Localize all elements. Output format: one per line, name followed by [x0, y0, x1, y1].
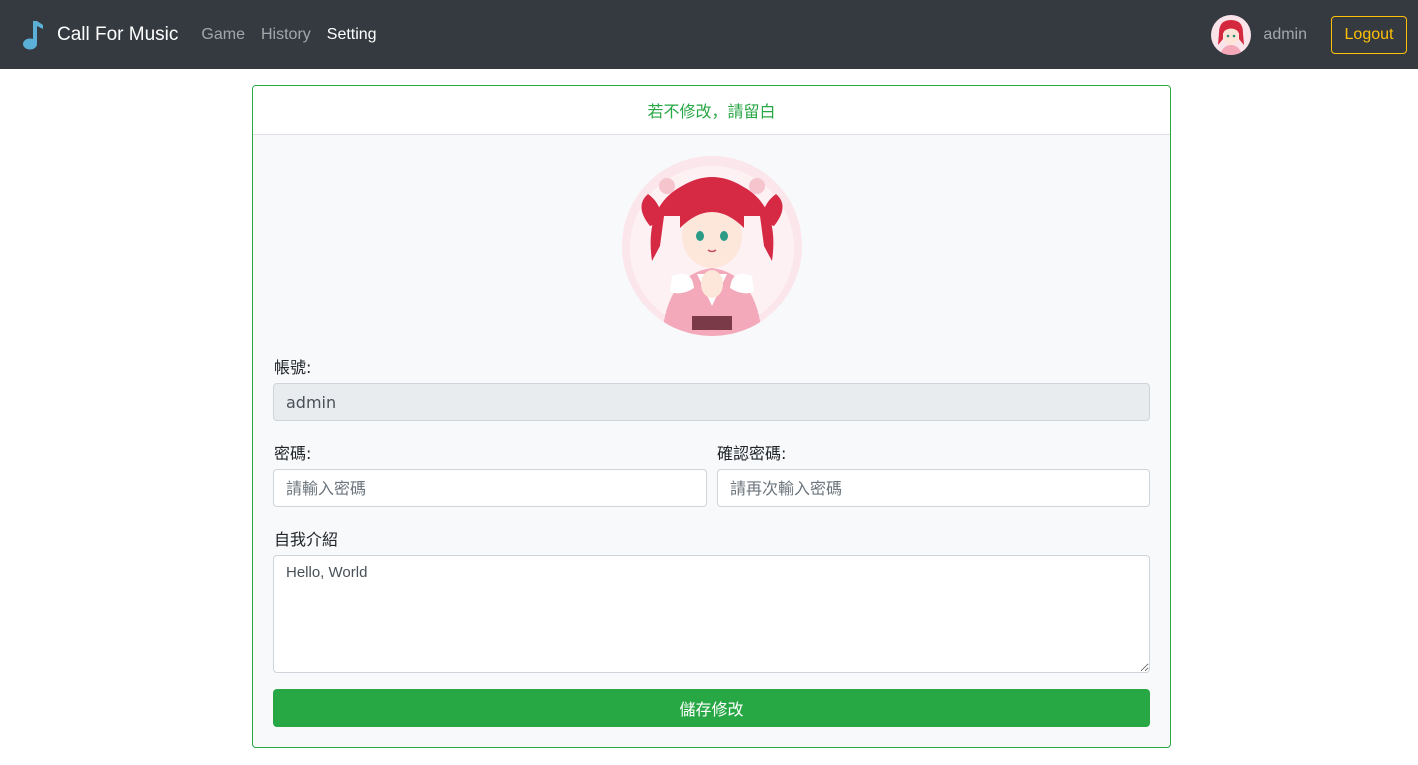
- nav-link-history[interactable]: History: [261, 26, 311, 44]
- music-note-icon: [23, 20, 43, 49]
- profile-avatar[interactable]: [622, 156, 802, 336]
- nav-link-game[interactable]: Game: [201, 26, 245, 44]
- navbar: Call For Music Game History Setting admi…: [0, 0, 1418, 69]
- card-header: 若不修改，請留白: [253, 86, 1170, 135]
- nav-link-setting[interactable]: Setting: [327, 26, 377, 44]
- bio-textarea[interactable]: Hello, World: [273, 555, 1150, 673]
- brand-link[interactable]: Call For Music: [22, 20, 178, 50]
- confirm-password-label: 確認密碼:: [717, 444, 787, 463]
- password-label: 密碼:: [274, 444, 312, 463]
- account-field[interactable]: [273, 383, 1150, 421]
- card-header-text: 若不修改，請留白: [647, 102, 776, 121]
- settings-card: 若不修改，請留白 帳號: 密碼: 確認密碼: 自我介紹 Hel: [252, 85, 1171, 748]
- user-menu: admin Logout: [1211, 0, 1407, 69]
- account-label: 帳號:: [274, 358, 312, 377]
- nav-links: Game History Setting: [201, 26, 392, 44]
- bio-label: 自我介紹: [274, 530, 339, 549]
- avatar[interactable]: [1211, 14, 1252, 55]
- brand-title: Call For Music: [57, 23, 179, 45]
- password-field[interactable]: [273, 469, 707, 507]
- nav-username[interactable]: admin: [1263, 26, 1307, 44]
- logout-button[interactable]: Logout: [1331, 15, 1407, 54]
- save-button[interactable]: 儲存修改: [273, 689, 1150, 727]
- confirm-password-field[interactable]: [717, 469, 1150, 507]
